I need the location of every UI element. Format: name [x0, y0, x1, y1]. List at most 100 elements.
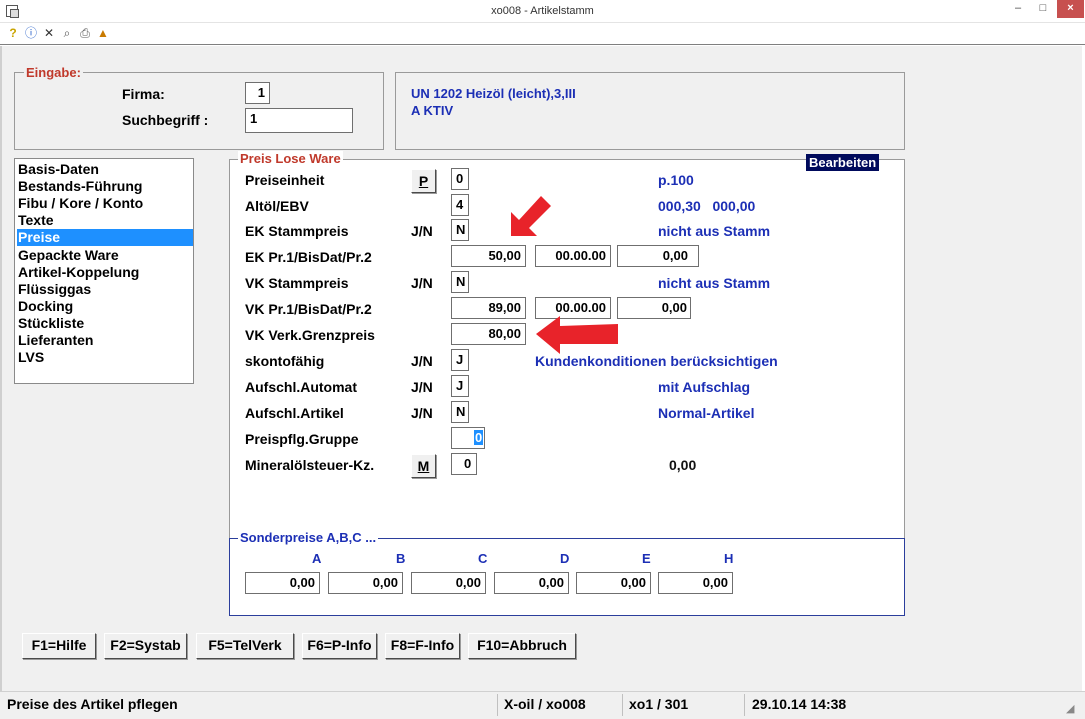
info-icon[interactable]: ⓘ — [24, 26, 38, 40]
sonder-input-a[interactable]: 0,00 — [245, 572, 320, 594]
minimize-button[interactable]: – — [1005, 0, 1031, 18]
search-icon[interactable]: ⌕ — [60, 26, 74, 40]
maximize-button[interactable]: □ — [1030, 0, 1056, 18]
aufschl-artikel-info: Normal-Artikel — [658, 405, 755, 421]
vk-preis-label: VK Pr.1/BisDat/Pr.2 — [245, 301, 372, 317]
mineraloelsteuer-label: Mineralölsteuer-Kz. — [245, 457, 375, 473]
eingabe-legend: Eingabe: — [24, 65, 83, 80]
article-description-line1: UN 1202 Heizöl (leicht),3,III — [411, 86, 576, 101]
sonder-header-h: H — [724, 551, 734, 566]
aufschl-automat-info: mit Aufschlag — [658, 379, 751, 395]
nav-item-bestands-fuehrung[interactable]: Bestands-Führung — [17, 178, 193, 195]
f1-hilfe-button[interactable]: F1=Hilfe — [22, 633, 96, 659]
sonder-input-b[interactable]: 0,00 — [328, 572, 403, 594]
vk-stammpreis-input[interactable]: N — [451, 271, 469, 293]
sonder-input-c[interactable]: 0,00 — [411, 572, 486, 594]
preispflg-gruppe-value: 0 — [474, 430, 484, 445]
f2-systab-button[interactable]: F2=Systab — [104, 633, 187, 659]
sonder-input-e[interactable]: 0,00 — [576, 572, 651, 594]
nav-item-docking[interactable]: Docking — [17, 298, 193, 315]
sonder-input-h[interactable]: 0,00 — [658, 572, 733, 594]
status-divider — [622, 694, 623, 716]
red-arrow-icon — [536, 316, 618, 354]
help-icon[interactable]: ? — [6, 26, 20, 40]
f5-telverk-button[interactable]: F5=TelVerk — [196, 633, 294, 659]
ek-stammpreis-input[interactable]: N — [451, 219, 469, 241]
altoel-ebv-info: 000,30 000,00 — [658, 198, 756, 214]
bearbeiten-badge: Bearbeiten — [806, 154, 880, 171]
sonder-header-c: C — [478, 551, 488, 566]
vk-stammpreis-label: VK Stammpreis — [245, 275, 349, 291]
red-arrow-icon — [511, 196, 551, 236]
nav-item-preise[interactable]: Preise — [17, 229, 193, 246]
status-bar: Preise des Artikel pflegen X-oil / xo008… — [0, 691, 1085, 719]
nav-item-basis-daten[interactable]: Basis-Daten — [17, 161, 193, 178]
ek-stammpreis-info: nicht aus Stamm — [658, 223, 771, 239]
sonder-input-d[interactable]: 0,00 — [494, 572, 569, 594]
nav-item-fibu-kore-konto[interactable]: Fibu / Kore / Konto — [17, 195, 193, 212]
ek-preis2-input[interactable]: 0,00 — [617, 245, 699, 267]
aufschl-artikel-input[interactable]: N — [451, 401, 469, 423]
vk-grenzpreis-input[interactable]: 80,00 — [451, 323, 526, 345]
section-list: Basis-Daten Bestands-Führung Fibu / Kore… — [14, 158, 194, 384]
sonder-header-b: B — [396, 551, 406, 566]
sonder-header-a: A — [312, 551, 322, 566]
nav-item-lieferanten[interactable]: Lieferanten — [17, 332, 193, 349]
preiseinheit-label: Preiseinheit — [245, 172, 325, 188]
preiseinheit-input[interactable]: 0 — [451, 168, 469, 190]
resize-grip-icon[interactable]: ◢ — [1066, 702, 1074, 715]
aufschl-artikel-jn: J/N — [411, 405, 433, 421]
skontofaehig-input[interactable]: J — [451, 349, 469, 371]
altoel-ebv-input[interactable]: 4 — [451, 194, 469, 216]
title-bar: xo008 - Artikelstamm – □ × — [0, 0, 1085, 23]
export-icon[interactable]: ▲ — [96, 26, 110, 40]
suchbegriff-input[interactable]: 1 — [245, 108, 353, 133]
preispflg-gruppe-label: Preispflg.Gruppe — [245, 431, 359, 447]
m-button[interactable]: M — [411, 454, 436, 478]
nav-item-lvs[interactable]: LVS — [17, 349, 193, 366]
preiseinheit-info: p.100 — [658, 172, 694, 188]
f8-finfo-button[interactable]: F8=F-Info — [385, 633, 460, 659]
nav-item-texte[interactable]: Texte — [17, 212, 193, 229]
f6-pinfo-button[interactable]: F6=P-Info — [302, 633, 377, 659]
sonder-header-d: D — [560, 551, 570, 566]
nav-item-gepackte-ware[interactable]: Gepackte Ware — [17, 247, 193, 264]
suchbegriff-label: Suchbegriff : — [122, 112, 209, 128]
vk-grenzpreis-label: VK Verk.Grenzpreis — [245, 327, 375, 343]
firma-input[interactable]: 1 — [245, 82, 270, 104]
status-user: xo1 / 301 — [629, 696, 689, 712]
aufschl-artikel-label: Aufschl.Artikel — [245, 405, 344, 421]
vk-preis2-input[interactable]: 0,00 — [617, 297, 691, 319]
nav-item-fluessiggas[interactable]: Flüssiggas — [17, 281, 193, 298]
skontofaehig-label: skontofähig — [245, 353, 325, 369]
preispflg-gruppe-input[interactable]: 0 — [451, 427, 485, 449]
toolbar: ? ⓘ ✕ ⌕ ⎙ ▲ — [0, 23, 1085, 45]
ek-stammpreis-label: EK Stammpreis — [245, 223, 349, 239]
vk-preis1-input[interactable]: 89,00 — [451, 297, 526, 319]
vk-stammpreis-info: nicht aus Stamm — [658, 275, 771, 291]
status-text: Preise des Artikel pflegen — [7, 696, 178, 712]
ek-bisdat-input[interactable]: 00.00.00 — [535, 245, 611, 267]
aufschl-automat-jn: J/N — [411, 379, 433, 395]
close-button[interactable]: × — [1057, 0, 1084, 18]
skontofaehig-jn: J/N — [411, 353, 433, 369]
nav-item-stueckliste[interactable]: Stückliste — [17, 315, 193, 332]
status-divider — [497, 694, 498, 716]
mineraloelsteuer-info: 0,00 — [669, 457, 697, 473]
ek-preis1-input[interactable]: 50,00 — [451, 245, 526, 267]
delete-icon[interactable]: ✕ — [42, 26, 56, 40]
aufschl-automat-input[interactable]: J — [451, 375, 469, 397]
altoel-ebv-label: Altöl/EBV — [245, 198, 309, 214]
article-status-line: A KTIV — [411, 103, 454, 118]
status-datetime: 29.10.14 14:38 — [752, 696, 847, 712]
p-button[interactable]: P — [411, 169, 436, 193]
vk-stammpreis-jn: J/N — [411, 275, 433, 291]
ek-stammpreis-jn: J/N — [411, 223, 433, 239]
preis-legend: Preis Lose Ware — [238, 151, 343, 166]
ek-preis-label: EK Pr.1/BisDat/Pr.2 — [245, 249, 372, 265]
mineraloelsteuer-input[interactable]: 0 — [451, 453, 477, 475]
f10-abbruch-button[interactable]: F10=Abbruch — [468, 633, 576, 659]
nav-item-artikel-koppelung[interactable]: Artikel-Koppelung — [17, 264, 193, 281]
print-icon[interactable]: ⎙ — [78, 26, 92, 40]
aufschl-automat-label: Aufschl.Automat — [245, 379, 357, 395]
